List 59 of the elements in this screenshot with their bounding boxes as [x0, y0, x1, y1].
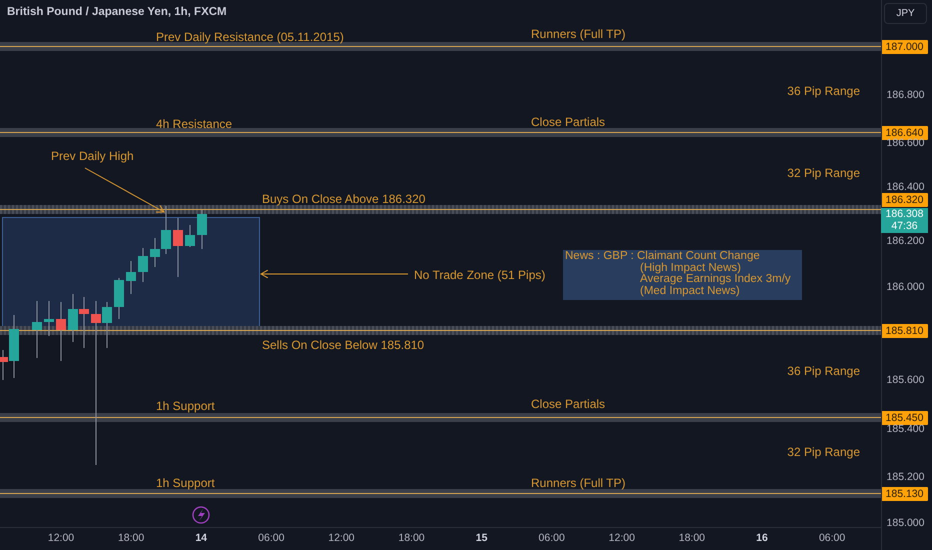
price-axis-label: 185.000 — [886, 517, 926, 529]
price-axis-label: 185.400 — [886, 423, 926, 435]
last-price-tag: 186.308 47:36 — [881, 208, 928, 233]
lightning-icon[interactable] — [192, 506, 210, 524]
price-axis-label: 185.600 — [886, 374, 926, 386]
candle — [44, 300, 54, 336]
time-axis-label: 18:00 — [116, 532, 146, 544]
level-label: Close Partials — [531, 397, 606, 411]
currency-button[interactable]: JPY — [884, 3, 927, 24]
candle — [114, 278, 124, 320]
level-label: 4h Resistance — [156, 117, 232, 131]
level-label: 1h Support — [156, 476, 215, 490]
level-label: Sells On Close Below 185.810 — [262, 338, 424, 352]
level-label: Runners (Full TP) — [531, 476, 626, 490]
candle — [197, 210, 207, 250]
time-axis-label: 06:00 — [538, 532, 566, 544]
candle — [68, 294, 78, 342]
level-label: Buys On Close Above 186.320 — [262, 192, 426, 206]
news-note: News : GBP : Claimant Count Change (High Impact News) Average Earnings Index 3m/y (Med Impact News) — [563, 250, 802, 300]
pip-range-label: 32 Pip Range — [787, 166, 860, 180]
time-axis-label: 18:00 — [397, 532, 426, 544]
level-label: Runners (Full TP) — [531, 27, 626, 41]
candle — [32, 300, 42, 358]
price-tag: 187.000 — [881, 40, 928, 54]
time-axis-label: 06:00 — [257, 532, 286, 544]
price-axis-label: 186.600 — [886, 137, 926, 149]
time-axis-label: 12:00 — [46, 532, 76, 544]
pip-range-label: 36 Pip Range — [787, 84, 860, 98]
time-axis-label: 18:00 — [678, 532, 706, 544]
prev-daily-high-note: Prev Daily High — [51, 149, 134, 163]
candle — [56, 302, 66, 362]
pip-range-label: 32 Pip Range — [787, 445, 860, 459]
time-axis-label: 15 — [474, 532, 488, 544]
price-tag: 185.450 — [881, 411, 928, 425]
candle — [126, 260, 136, 294]
time-axis-label: 14 — [194, 532, 208, 544]
time-axis-label: 06:00 — [818, 532, 846, 544]
price-tag: 185.130 — [881, 487, 928, 501]
candle — [185, 224, 195, 248]
price-axis-label: 185.200 — [886, 471, 926, 483]
time-axis-label: 12:00 — [327, 532, 356, 544]
pip-range-label: 36 Pip Range — [787, 364, 860, 378]
price-axis-label: 186.400 — [886, 181, 926, 193]
time-axis-label: 12:00 — [608, 532, 636, 544]
no-trade-zone-note: No Trade Zone (51 Pips) — [414, 268, 546, 282]
price-axis-label: 186.200 — [886, 235, 926, 247]
candle — [173, 218, 183, 278]
price-tag: 185.810 — [881, 324, 928, 338]
candle — [79, 296, 89, 348]
level-label: Close Partials — [531, 115, 606, 129]
price-axis-label: 186.800 — [886, 89, 926, 101]
price-tag: 186.320 — [881, 193, 928, 207]
price-axis-label: 186.000 — [886, 281, 926, 293]
level-label: Prev Daily Resistance (05.11.2015) — [156, 30, 344, 44]
level-label: 1h Support — [156, 399, 215, 413]
price-tag: 186.640 — [881, 126, 928, 140]
candle — [138, 248, 148, 282]
time-axis-label: 16 — [755, 532, 769, 544]
chart-title: British Pound / Japanese Yen, 1h, FXCM — [7, 6, 227, 18]
